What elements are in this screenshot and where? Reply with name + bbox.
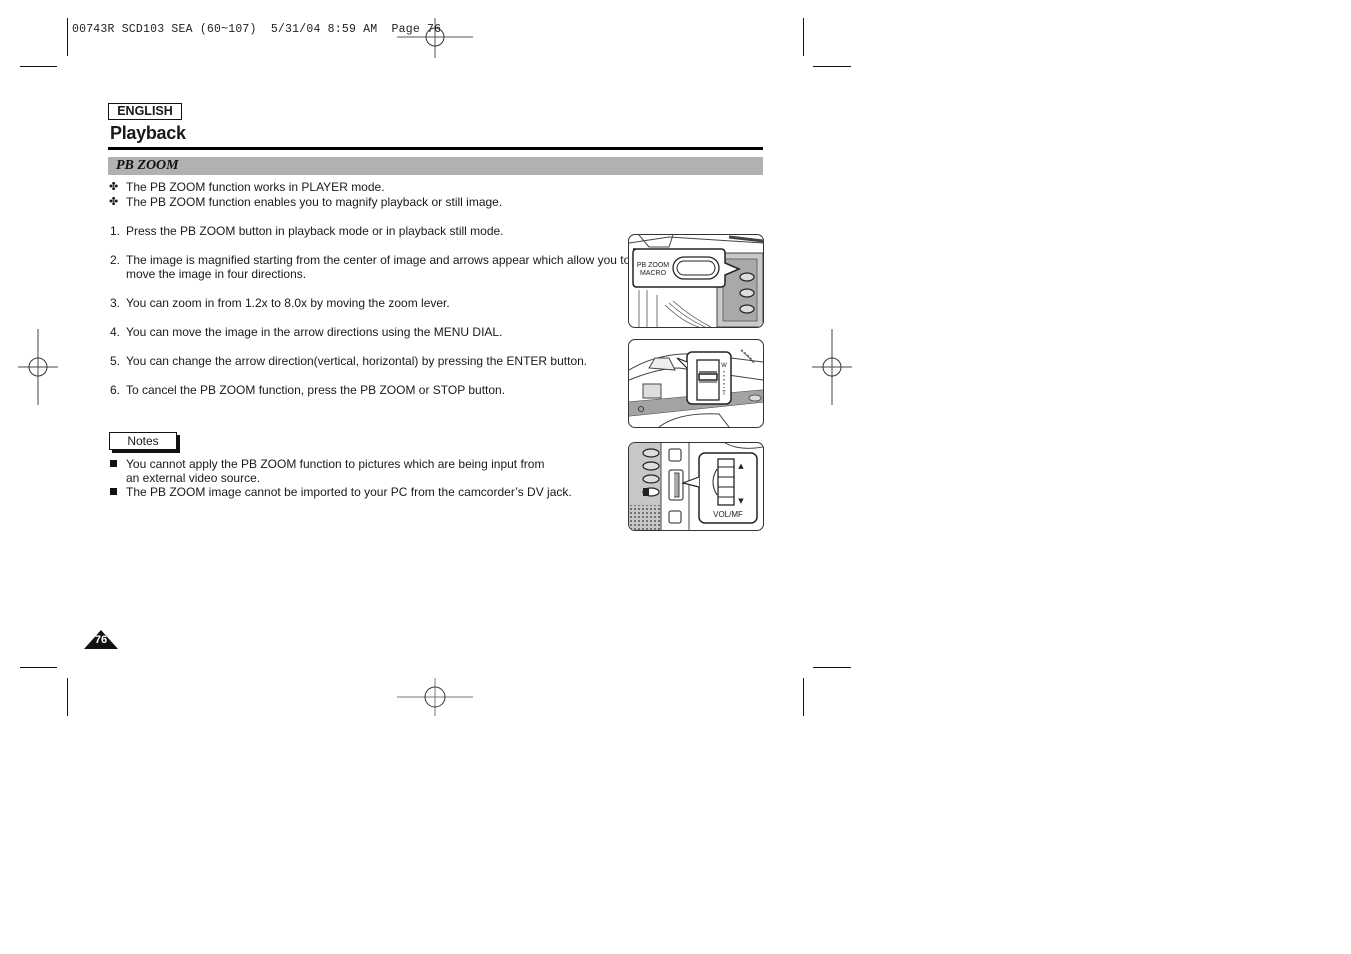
vol-mf-label: VOL/MF: [713, 510, 743, 519]
registration-mark-icon: [18, 329, 58, 405]
crop-mark: [20, 66, 57, 67]
tele-label: T: [722, 391, 726, 397]
cross-bullet-icon: ✤: [109, 181, 119, 193]
page-number: 76: [94, 634, 108, 646]
step-number: 6.: [110, 383, 121, 397]
step-number: 4.: [110, 325, 121, 339]
step-text: You can change the arrow direction(verti…: [126, 354, 588, 368]
note-text: The PB ZOOM image cannot be imported to …: [126, 485, 572, 499]
down-arrow-icon: ▼: [738, 497, 744, 505]
section-header: PB ZOOM: [108, 157, 763, 175]
step-text: You can move the image in the arrow dire…: [126, 325, 503, 339]
intro-bullet-text: The PB ZOOM function enables you to magn…: [126, 195, 503, 209]
step-number: 1.: [110, 224, 121, 238]
step-number: 3.: [110, 296, 121, 310]
language-badge: ENGLISH: [108, 103, 182, 120]
crop-mark: [20, 667, 57, 668]
step-text: Press the PB ZOOM button in playback mod…: [126, 224, 504, 238]
step-text: The image is magnified starting from the…: [126, 253, 631, 267]
section-title: PB ZOOM: [116, 158, 179, 173]
crop-mark: [67, 678, 68, 716]
vol-mf-dial-illustration: ▲ ▼ VOL/MF: [628, 442, 764, 531]
zoom-lever-illustration: W T: [628, 339, 764, 428]
page-title: Playback: [110, 123, 186, 143]
registration-mark-icon: [397, 678, 473, 716]
notes-label: Notes: [109, 432, 177, 450]
step-text-continued: move the image in four directions.: [126, 267, 307, 281]
crop-mark: [813, 667, 851, 668]
step-text: You can zoom in from 1.2x to 8.0x by mov…: [126, 296, 450, 310]
print-slug: 00743R SCD103 SEA (60~107) 5/31/04 8:59 …: [72, 23, 442, 36]
crop-mark: [803, 18, 804, 56]
crop-mark: [803, 678, 804, 716]
cross-bullet-icon: ✤: [109, 196, 119, 208]
note-text-continued: an external video source.: [126, 471, 261, 485]
up-arrow-icon: ▲: [738, 462, 744, 470]
square-bullet-icon: [110, 460, 117, 467]
pb-zoom-button-illustration: PB ZOOM MACRO: [628, 234, 764, 328]
square-bullet-icon: [110, 488, 117, 495]
pb-zoom-label: PB ZOOM: [637, 262, 669, 269]
registration-mark-icon: [812, 329, 852, 405]
step-number: 2.: [110, 253, 121, 267]
intro-bullet-text: The PB ZOOM function works in PLAYER mod…: [126, 180, 385, 194]
crop-mark: [813, 66, 851, 67]
step-number: 5.: [110, 354, 121, 368]
crop-mark: [67, 18, 68, 56]
step-text: To cancel the PB ZOOM function, press th…: [126, 383, 506, 397]
macro-label: MACRO: [640, 270, 667, 277]
note-text: You cannot apply the PB ZOOM function to…: [126, 457, 545, 471]
title-rule: [108, 147, 763, 150]
wide-label: W: [721, 363, 727, 369]
